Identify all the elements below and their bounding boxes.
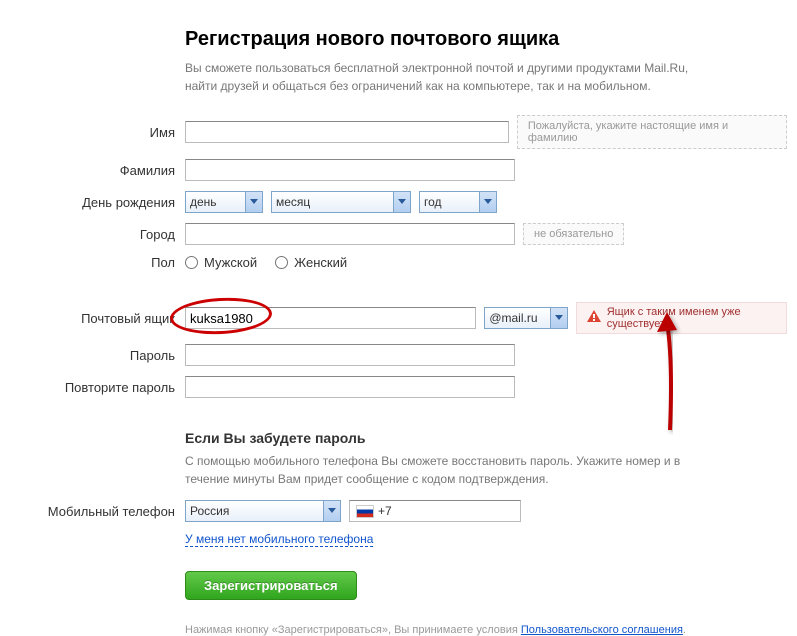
gender-male-label: Мужской [204,255,257,270]
submit-button[interactable]: Зарегистрироваться [185,571,357,600]
gender-female-label: Женский [294,255,347,270]
label-password: Пароль [10,348,185,363]
chevron-down-icon [393,192,410,212]
footer-text: Нажимая кнопку «Зарегистрироваться», Вы … [185,624,686,636]
birthday-month-select[interactable]: месяц [271,191,411,213]
mailbox-error-text: Ящик с таким именем уже существует [607,306,776,330]
warning-icon [587,310,601,326]
label-gender: Пол [10,255,185,270]
phone-country-value: Россия [190,504,229,518]
footer-after: . [683,624,686,636]
label-mailbox: Почтовый ящик [10,311,185,326]
page-title: Регистрация нового почтового ящика [185,28,787,51]
label-phone: Мобильный телефон [10,504,185,519]
firstname-input[interactable] [185,121,509,143]
gender-male-radio[interactable]: Мужской [185,255,257,270]
birthday-year-value: год [424,195,442,209]
terms-link[interactable]: Пользовательского соглашения [521,624,683,636]
label-password2: Повторите пароль [10,380,185,395]
birthday-day-value: день [190,195,217,209]
lastname-input[interactable] [185,159,515,181]
chevron-down-icon [323,501,340,521]
flag-ru-icon [356,505,374,518]
birthday-year-select[interactable]: год [419,191,497,213]
page-subtitle: Вы сможете пользоваться бесплатной элект… [185,59,705,95]
password-input[interactable] [185,344,515,366]
chevron-down-icon [550,308,567,328]
mailbox-domain-select[interactable]: @mail.ru [484,307,567,329]
gender-female-radio[interactable]: Женский [275,255,347,270]
city-hint: не обязательно [523,223,624,245]
chevron-down-icon [479,192,496,212]
name-hint: Пожалуйста, укажите настоящие имя и фами… [517,115,787,149]
chevron-down-icon [245,192,262,212]
label-firstname: Имя [10,125,185,140]
label-lastname: Фамилия [10,163,185,178]
mailbox-input[interactable] [185,307,476,329]
city-input[interactable] [185,223,515,245]
birthday-month-value: месяц [276,195,310,209]
phone-prefix-value: +7 [378,504,392,518]
password2-input[interactable] [185,376,515,398]
recovery-title: Если Вы забудете пароль [185,430,787,446]
mailbox-domain-value: @mail.ru [489,311,537,325]
recovery-text: С помощью мобильного телефона Вы сможете… [185,452,725,488]
phone-prefix-input[interactable]: +7 [349,500,521,522]
birthday-day-select[interactable]: день [185,191,263,213]
label-city: Город [10,227,185,242]
mailbox-error: Ящик с таким именем уже существует [576,302,787,334]
label-birthday: День рождения [10,195,185,210]
no-phone-link[interactable]: У меня нет мобильного телефона [185,532,373,547]
footer-before: Нажимая кнопку «Зарегистрироваться», Вы … [185,624,521,636]
phone-country-select[interactable]: Россия [185,500,341,522]
